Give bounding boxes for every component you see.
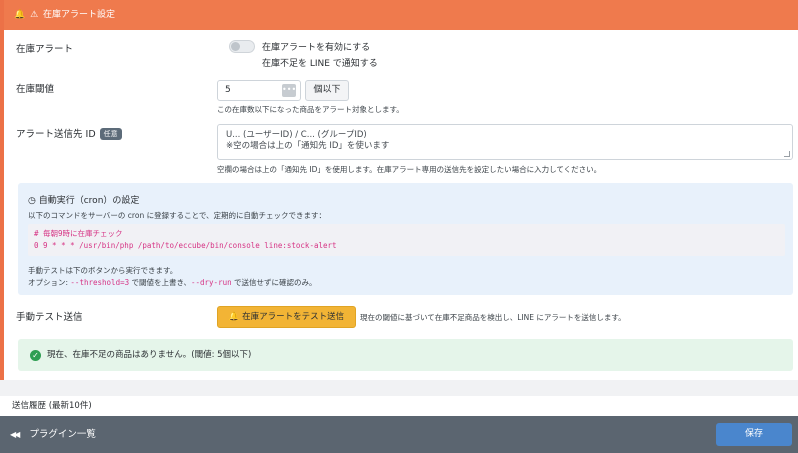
cron-note-2: オプション: --threshold=3 で閾値を上書き、--dry-run で… bbox=[28, 277, 317, 288]
more-dots-icon[interactable]: ••• bbox=[282, 84, 296, 97]
alert-enable-text: 在庫アラートを有効にする bbox=[262, 43, 371, 53]
manual-test-label: 手動テスト送信 bbox=[16, 312, 83, 323]
recipient-label: アラート送信先 ID 任意 bbox=[16, 126, 122, 140]
threshold-label: 在庫閾値 bbox=[16, 84, 55, 95]
history-header: 送信履歴 (最新10件) bbox=[0, 396, 798, 416]
toggle-knob bbox=[231, 42, 240, 51]
bottom-bar: ◀◀ プラグイン一覧 保存 bbox=[0, 416, 798, 453]
recipient-placeholder-2: ※空の場合は上の「通知先 ID」を使います bbox=[226, 141, 390, 151]
back-label: プラグイン一覧 bbox=[29, 429, 96, 440]
alert-enable-subtext: 在庫不足を LINE で通知する bbox=[262, 59, 378, 69]
note-prefix: オプション: bbox=[28, 278, 71, 287]
clock-icon: ◷ bbox=[28, 196, 36, 206]
card-header: 🔔 ⚠ 在庫アラート設定 bbox=[4, 0, 798, 30]
recipient-help: 空欄の場合は上の「通知先 ID」を使用します。在庫アラート専用の送信先を設定した… bbox=[217, 165, 602, 174]
cron-code-block: # 毎朝9時に在庫チェック 0 9 * * * /usr/bin/php /pa… bbox=[28, 224, 785, 256]
note-suffix: で送信せずに確認のみ。 bbox=[231, 278, 317, 287]
opt-dry-run: --dry-run bbox=[190, 278, 232, 287]
bell-icon: 🔔 bbox=[14, 10, 26, 20]
status-message: 現在、在庫不足の商品はありません。(閾値: 5個以下) bbox=[47, 350, 252, 360]
test-send-label: 在庫アラートをテスト送信 bbox=[242, 312, 345, 322]
card-title: 在庫アラート設定 bbox=[43, 10, 116, 20]
test-send-desc: 現在の閾値に基づいて在庫不足商品を検出し、LINE にアラートを送信します。 bbox=[360, 313, 626, 322]
status-alert: ✓ 現在、在庫不足の商品はありません。(閾値: 5個以下) bbox=[18, 339, 793, 371]
resize-grip-icon[interactable] bbox=[784, 151, 790, 157]
stock-alert-card: 🔔 ⚠ 在庫アラート設定 在庫アラート 在庫アラートを有効にする 在庫不足を L… bbox=[0, 0, 798, 380]
alert-enable-label: 在庫アラート bbox=[16, 44, 74, 55]
recipient-placeholder-1: U... (ユーザーID) / C... (グループID) bbox=[226, 130, 367, 140]
bell-icon: 🔔 bbox=[228, 312, 240, 322]
recipient-textarea[interactable]: U... (ユーザーID) / C... (グループID) ※空の場合は上の「通… bbox=[217, 124, 793, 160]
cron-desc: 以下のコマンドをサーバーの cron に登録することで、定期的に自動チェックでき… bbox=[28, 211, 327, 220]
threshold-input[interactable]: 5 ••• bbox=[217, 80, 301, 101]
alert-enable-toggle[interactable] bbox=[229, 40, 255, 53]
cron-note-1: 手動テストは下のボタンから実行できます。 bbox=[28, 266, 178, 275]
double-chevron-left-icon: ◀◀ bbox=[10, 430, 20, 439]
threshold-value: 5 bbox=[225, 85, 231, 95]
back-to-plugins-link[interactable]: ◀◀ プラグイン一覧 bbox=[10, 416, 96, 453]
optional-badge: 任意 bbox=[99, 128, 122, 140]
check-circle-icon: ✓ bbox=[30, 350, 41, 361]
threshold-suffix: 個以下 bbox=[305, 80, 349, 101]
recipient-label-text: アラート送信先 ID bbox=[16, 129, 96, 140]
code-command: 0 9 * * * /usr/bin/php /path/to/eccube/b… bbox=[34, 241, 337, 250]
threshold-help: この在庫数以下になった商品をアラート対象とします。 bbox=[217, 105, 404, 114]
code-comment: # 毎朝9時に在庫チェック bbox=[34, 229, 123, 238]
cron-info-box: ◷ 自動実行（cron）の設定 以下のコマンドをサーバーの cron に登録する… bbox=[18, 183, 793, 295]
note-mid: で閾値を上書き、 bbox=[129, 278, 191, 287]
opt-threshold: --threshold=3 bbox=[70, 278, 130, 287]
save-button[interactable]: 保存 bbox=[716, 423, 792, 446]
cron-title: ◷ 自動実行（cron）の設定 bbox=[28, 193, 139, 206]
warning-icon: ⚠ bbox=[30, 10, 39, 20]
cron-title-text: 自動実行（cron）の設定 bbox=[38, 196, 140, 206]
test-send-button[interactable]: 🔔 在庫アラートをテスト送信 bbox=[217, 306, 356, 328]
